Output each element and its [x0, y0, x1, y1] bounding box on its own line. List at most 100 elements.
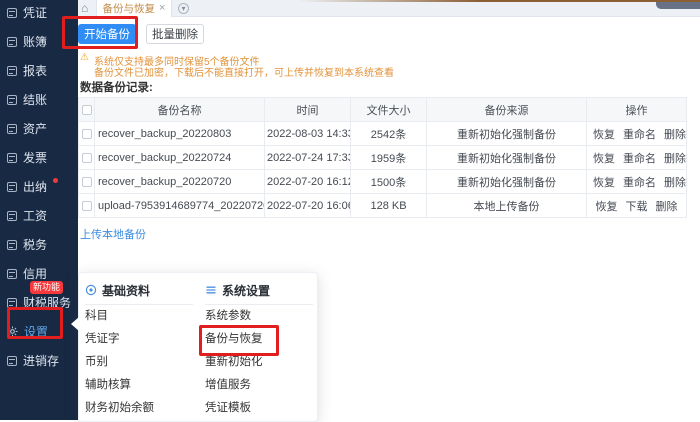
row-checkbox[interactable]: [82, 177, 92, 187]
tab-bar: ⌂ 备份与恢复 × ▾: [78, 0, 700, 17]
restore-action[interactable]: 恢复: [593, 153, 615, 165]
sidebar-item-inventory[interactable]: 进销存: [0, 346, 78, 375]
table-row: recover_backup_20220724 2022-07-24 17:33…: [79, 146, 687, 170]
closing-icon: [7, 95, 17, 105]
backup-source: 本地上传备份: [427, 194, 587, 218]
restore-action[interactable]: 恢复: [596, 201, 618, 213]
sidebar-item-label: 发票: [23, 149, 47, 166]
notice-line-2: 备份文件已加密，下载后不能直接打开，可上传并恢复到本系统查看: [94, 64, 394, 79]
rename-action[interactable]: 重命名: [623, 129, 656, 141]
sidebar-item-label: 凭证: [23, 4, 47, 21]
warning-icon: ⚠: [80, 52, 89, 63]
notification-dot: [53, 178, 58, 183]
sidebar-item-tax[interactable]: 税务: [0, 230, 78, 259]
backup-records-table: 备份名称 时间 文件大小 备份来源 操作 recover_backup_2022…: [78, 97, 687, 218]
batch-delete-button[interactable]: 批量删除: [146, 24, 204, 44]
rename-action[interactable]: 重命名: [623, 153, 656, 165]
sidebar-item-closing[interactable]: 结账: [0, 85, 78, 114]
gear-icon: [7, 326, 18, 337]
delete-action[interactable]: 删除: [664, 129, 686, 141]
upload-local-backup-link[interactable]: 上传本地备份: [80, 226, 146, 242]
tab-backup-restore[interactable]: 备份与恢复 ×: [96, 0, 172, 17]
sidebar-item-label: 账簿: [23, 33, 47, 50]
start-backup-button[interactable]: 开始备份: [78, 24, 136, 44]
system-settings-icon: [205, 284, 217, 296]
col-header-name: 备份名称: [95, 98, 265, 122]
credit-icon: [7, 269, 17, 279]
rename-action[interactable]: 重命名: [623, 177, 656, 189]
table-header-row: 备份名称 时间 文件大小 备份来源 操作: [79, 98, 687, 122]
menu-item-value-added-services[interactable]: 增值服务: [205, 374, 313, 397]
backup-source: 重新初始化强制备份: [427, 146, 587, 170]
menu-item-system-parameters[interactable]: 系统参数: [205, 305, 313, 328]
backup-size: 2542条: [351, 122, 427, 146]
tab-list-dropdown-icon[interactable]: ▾: [178, 3, 189, 14]
report-icon: [7, 66, 17, 76]
tab-label: 备份与恢复: [103, 1, 156, 16]
backup-name: recover_backup_20220803: [95, 122, 265, 146]
table-row: recover_backup_20220720 2022-07-20 16:12…: [79, 170, 687, 194]
basic-data-icon: [85, 284, 97, 296]
sidebar-item-label: 进销存: [23, 352, 59, 369]
backup-source: 重新初始化强制备份: [427, 170, 587, 194]
window-top-edge: [298, 0, 700, 2]
sidebar-item-label: 税务: [23, 236, 47, 253]
sidebar-item-label: 财税服务: [23, 294, 71, 311]
sidebar-item-settings[interactable]: 设置: [0, 317, 78, 346]
menu-item-initial-balance[interactable]: 财务初始余额: [85, 397, 193, 420]
popup-column-basic-data: 基础资料 科目 凭证字 币别 辅助核算 财务初始余额: [85, 282, 193, 420]
backup-name: recover_backup_20220720: [95, 170, 265, 194]
backup-name: recover_backup_20220724: [95, 146, 265, 170]
sidebar-item-invoice[interactable]: 发票: [0, 143, 78, 172]
backup-time: 2022-08-03 14:33:03: [265, 122, 351, 146]
sidebar-item-label: 工资: [23, 207, 47, 224]
menu-item-backup-restore[interactable]: 备份与恢复: [205, 328, 313, 351]
sidebar-item-voucher[interactable]: 凭证: [0, 0, 78, 27]
row-checkbox[interactable]: [82, 153, 92, 163]
finance-tax-services-icon: [7, 298, 17, 308]
close-icon[interactable]: ×: [159, 3, 165, 14]
table-row: recover_backup_20220803 2022-08-03 14:33…: [79, 122, 687, 146]
row-checkbox[interactable]: [82, 129, 92, 139]
row-checkbox[interactable]: [82, 201, 92, 211]
restore-action[interactable]: 恢复: [593, 177, 615, 189]
ledger-icon: [7, 37, 17, 47]
new-feature-badge: 新功能: [30, 281, 63, 294]
sidebar-item-label: 设置: [24, 323, 48, 340]
backup-size: 128 KB: [351, 194, 427, 218]
col-header-operations: 操作: [587, 98, 687, 122]
settings-popup-menu: 基础资料 科目 凭证字 币别 辅助核算 财务初始余额 系统设置 系统参数 备份与…: [78, 272, 318, 422]
asset-icon: [7, 124, 17, 134]
delete-action[interactable]: 删除: [656, 201, 678, 213]
col-header-source: 备份来源: [427, 98, 587, 122]
menu-item-reinitialize[interactable]: 重新初始化: [205, 351, 313, 374]
menu-item-voucher-template[interactable]: 凭证模板: [205, 397, 313, 420]
sidebar-item-payroll[interactable]: 工资: [0, 201, 78, 230]
menu-item-auxiliary-accounting[interactable]: 辅助核算: [85, 374, 193, 397]
popup-arrow: [71, 317, 79, 331]
cashier-icon: [7, 182, 17, 192]
sidebar-item-label: 结账: [23, 91, 47, 108]
delete-action[interactable]: 删除: [664, 153, 686, 165]
sidebar-item-label: 出纳: [23, 178, 47, 195]
menu-item-voucher-word[interactable]: 凭证字: [85, 328, 193, 351]
sidebar-item-finance-tax-services[interactable]: 新功能 财税服务: [0, 288, 78, 317]
main-content: ⌂ 备份与恢复 × ▾ 开始备份 批量删除 ⚠ 系统仅支持最多同时保留5个备份文…: [78, 0, 700, 420]
invoice-icon: [7, 153, 17, 163]
home-tab-icon[interactable]: ⌂: [81, 1, 88, 16]
delete-action[interactable]: 删除: [664, 177, 686, 189]
menu-item-subjects[interactable]: 科目: [85, 305, 193, 328]
download-action[interactable]: 下载: [626, 201, 648, 213]
table-row: upload-7953914689774_20220720_160648.zip…: [79, 194, 687, 218]
sidebar-item-assets[interactable]: 资产: [0, 114, 78, 143]
col-header-size: 文件大小: [351, 98, 427, 122]
backup-time: 2022-07-24 17:33:32: [265, 146, 351, 170]
sidebar-item-cashier[interactable]: 出纳: [0, 172, 78, 201]
sidebar-item-ledger[interactable]: 账簿: [0, 27, 78, 56]
records-title: 数据备份记录:: [80, 79, 153, 95]
menu-item-currency[interactable]: 币别: [85, 351, 193, 374]
select-all-checkbox[interactable]: [82, 105, 92, 115]
sidebar-item-reports[interactable]: 报表: [0, 56, 78, 85]
restore-action[interactable]: 恢复: [593, 129, 615, 141]
backup-size: 1959条: [351, 146, 427, 170]
